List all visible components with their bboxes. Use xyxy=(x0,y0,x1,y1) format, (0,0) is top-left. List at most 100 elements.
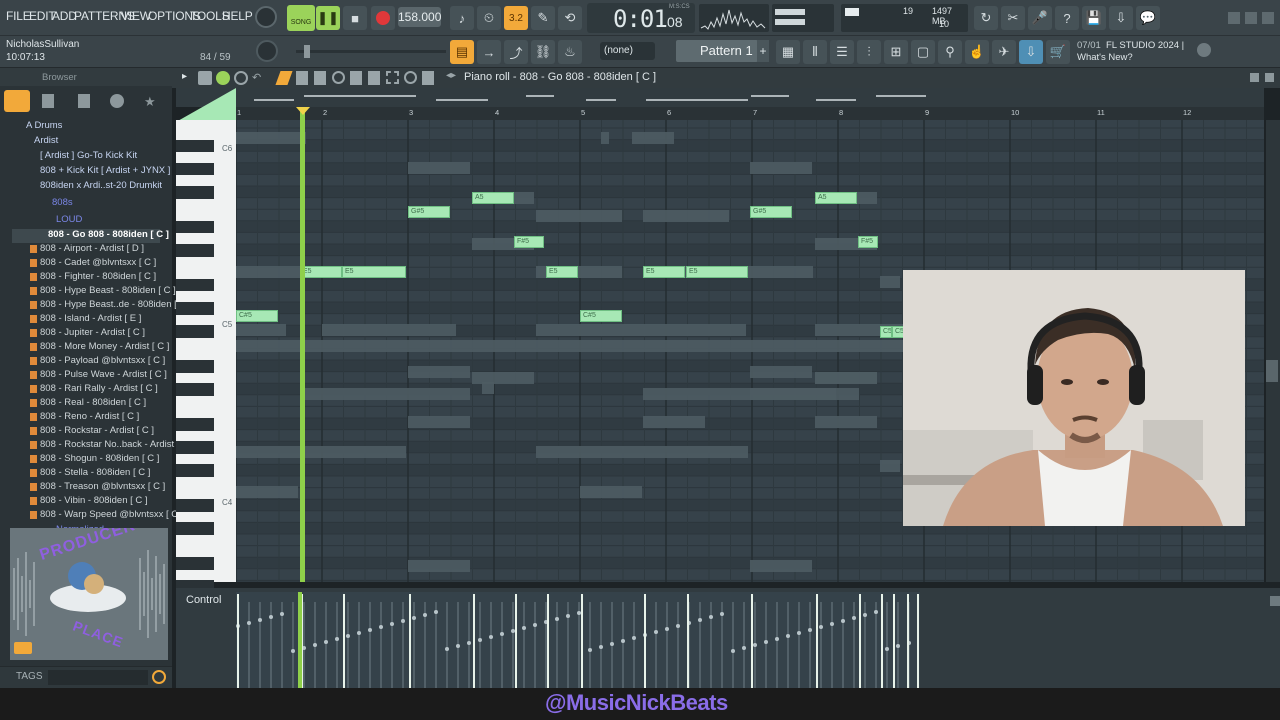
preset-select[interactable]: (none) xyxy=(600,42,655,60)
close-icon[interactable] xyxy=(1262,12,1274,24)
brush-icon[interactable] xyxy=(296,71,308,85)
pr-minimize-icon[interactable] xyxy=(1250,73,1259,82)
step-edit-icon[interactable]: ✎ xyxy=(531,6,555,30)
news-subtitle[interactable]: What's New? xyxy=(1077,52,1133,63)
mute-tool-icon[interactable] xyxy=(332,71,345,84)
note[interactable]: E5 xyxy=(643,266,685,278)
black-key[interactable] xyxy=(176,325,214,338)
tempo-tap-icon[interactable]: ✈ xyxy=(992,40,1016,64)
note[interactable]: C5 xyxy=(880,326,892,338)
master-pitch-knob[interactable] xyxy=(256,40,278,62)
note[interactable]: E5 xyxy=(342,266,406,278)
playhead-marker-icon[interactable] xyxy=(296,107,310,115)
download-icon[interactable]: ⇩ xyxy=(1019,40,1043,64)
bar-ruler[interactable]: 1 2 3 4 5 6 7 8 9 10 11 12 xyxy=(236,107,1264,121)
master-volume-knob[interactable] xyxy=(255,6,277,28)
black-key[interactable] xyxy=(176,278,214,292)
pr-menu-arrow-icon[interactable]: ▸ xyxy=(182,71,187,82)
loop-record-icon[interactable]: ⟲ xyxy=(558,6,582,30)
browser-files-icon[interactable] xyxy=(42,94,54,108)
control-label[interactable]: Control xyxy=(186,594,221,606)
mic-icon[interactable]: 🎤 xyxy=(1028,6,1052,30)
link-icon[interactable]: ⛓ xyxy=(531,40,555,64)
scrollbar-thumb[interactable] xyxy=(1266,360,1278,382)
undo-history-icon[interactable]: ↻ xyxy=(974,6,998,30)
delete-tool-icon[interactable] xyxy=(314,71,326,85)
black-key[interactable] xyxy=(176,162,214,176)
news-globe-icon[interactable] xyxy=(1197,43,1211,57)
pr-nav-icon[interactable]: ◂▸ xyxy=(446,70,456,81)
note[interactable]: G#5 xyxy=(408,206,450,218)
pr-close-icon[interactable] xyxy=(1265,73,1274,82)
play-button[interactable]: ❚❚ xyxy=(316,6,340,30)
black-key[interactable] xyxy=(176,418,214,431)
song-mode-toggle[interactable]: SONG xyxy=(287,5,315,31)
playhead[interactable] xyxy=(300,108,305,582)
note[interactable]: E5 xyxy=(546,266,578,278)
channel-rack-icon[interactable]: ⫴ xyxy=(803,40,827,64)
zoom-tool-icon[interactable] xyxy=(404,71,417,84)
countdown-icon[interactable]: 3.2 xyxy=(504,6,528,30)
playlist-icon[interactable]: ▦ xyxy=(776,40,800,64)
chat-icon[interactable]: 💬 xyxy=(1136,6,1160,30)
note[interactable]: C#5 xyxy=(580,310,622,322)
menu-help[interactable]: HELP xyxy=(222,9,253,23)
tags-search-input[interactable] xyxy=(48,670,148,685)
touch-icon[interactable]: ☝ xyxy=(965,40,989,64)
black-key[interactable] xyxy=(176,220,214,234)
black-key[interactable] xyxy=(176,360,214,373)
tempo-display[interactable]: 158.000 xyxy=(398,7,441,27)
browser-speaker-icon[interactable] xyxy=(78,94,90,108)
black-key[interactable] xyxy=(176,139,214,153)
note[interactable]: C#5 xyxy=(236,310,278,322)
plugin-icon[interactable]: ⚲ xyxy=(938,40,962,64)
browser-star-icon[interactable]: ★ xyxy=(144,94,156,110)
black-key[interactable] xyxy=(176,441,214,454)
stamp-icon[interactable]: ♨ xyxy=(558,40,582,64)
add-pattern-button[interactable]: + xyxy=(757,40,769,62)
browser-all-icon[interactable] xyxy=(4,90,30,112)
wait-input-icon[interactable]: ⏲ xyxy=(477,6,501,30)
vertical-scrollbar[interactable] xyxy=(1266,120,1280,582)
black-key[interactable] xyxy=(176,499,214,512)
note[interactable]: A5 xyxy=(472,192,514,204)
pattern-selector[interactable]: Pattern 1 xyxy=(676,40,758,62)
slice-tool-icon[interactable] xyxy=(368,71,380,85)
draw-icon[interactable]: ⤴ xyxy=(504,40,528,64)
tree-file-selected[interactable]: 808 - Go 808 - 808iden [ C ] xyxy=(12,229,169,243)
piano-roll-icon[interactable]: ▤ xyxy=(450,40,474,64)
tools-icon[interactable]: ✂ xyxy=(1001,6,1025,30)
stop-button[interactable]: ■ xyxy=(343,6,367,30)
black-key[interactable] xyxy=(176,186,214,199)
note[interactable]: A5 xyxy=(815,192,857,204)
note[interactable]: G#5 xyxy=(750,206,792,218)
tree-folder-drums[interactable]: A Drums xyxy=(26,120,196,134)
slip-tool-icon[interactable] xyxy=(350,71,362,85)
black-key[interactable] xyxy=(176,302,214,315)
minimize-icon[interactable] xyxy=(1228,12,1240,24)
black-key[interactable] xyxy=(176,244,214,257)
black-key[interactable] xyxy=(176,522,214,535)
mixer-icon[interactable]: ⫶ xyxy=(857,40,881,64)
pitch-slider[interactable] xyxy=(296,45,446,58)
control-scroll-icon[interactable] xyxy=(1270,596,1280,606)
pr-magnet-icon[interactable] xyxy=(216,71,230,85)
note[interactable]: E5 xyxy=(686,266,748,278)
record-button[interactable] xyxy=(371,6,395,30)
control-lane[interactable]: Control xyxy=(176,588,1280,688)
pencil-icon[interactable] xyxy=(275,71,293,85)
menu-view[interactable]: VIEW xyxy=(121,9,151,23)
menu-file[interactable]: FILE xyxy=(6,9,31,23)
arrow-icon[interactable]: → xyxy=(477,40,501,64)
pr-wrench-icon[interactable] xyxy=(198,71,212,85)
black-key[interactable] xyxy=(176,557,214,570)
pr-play-icon[interactable] xyxy=(234,71,248,85)
render-icon[interactable]: ⇩ xyxy=(1109,6,1133,30)
note[interactable]: E5 xyxy=(300,266,342,278)
help-icon[interactable]: ? xyxy=(1055,6,1079,30)
piano-keyboard[interactable]: C6 C5 C4 xyxy=(176,120,236,593)
cart-icon[interactable]: 🛒 xyxy=(1046,40,1070,64)
search-icon[interactable] xyxy=(152,670,166,684)
patcher-icon[interactable]: ⊞ xyxy=(884,40,908,64)
maximize-icon[interactable] xyxy=(1245,12,1257,24)
